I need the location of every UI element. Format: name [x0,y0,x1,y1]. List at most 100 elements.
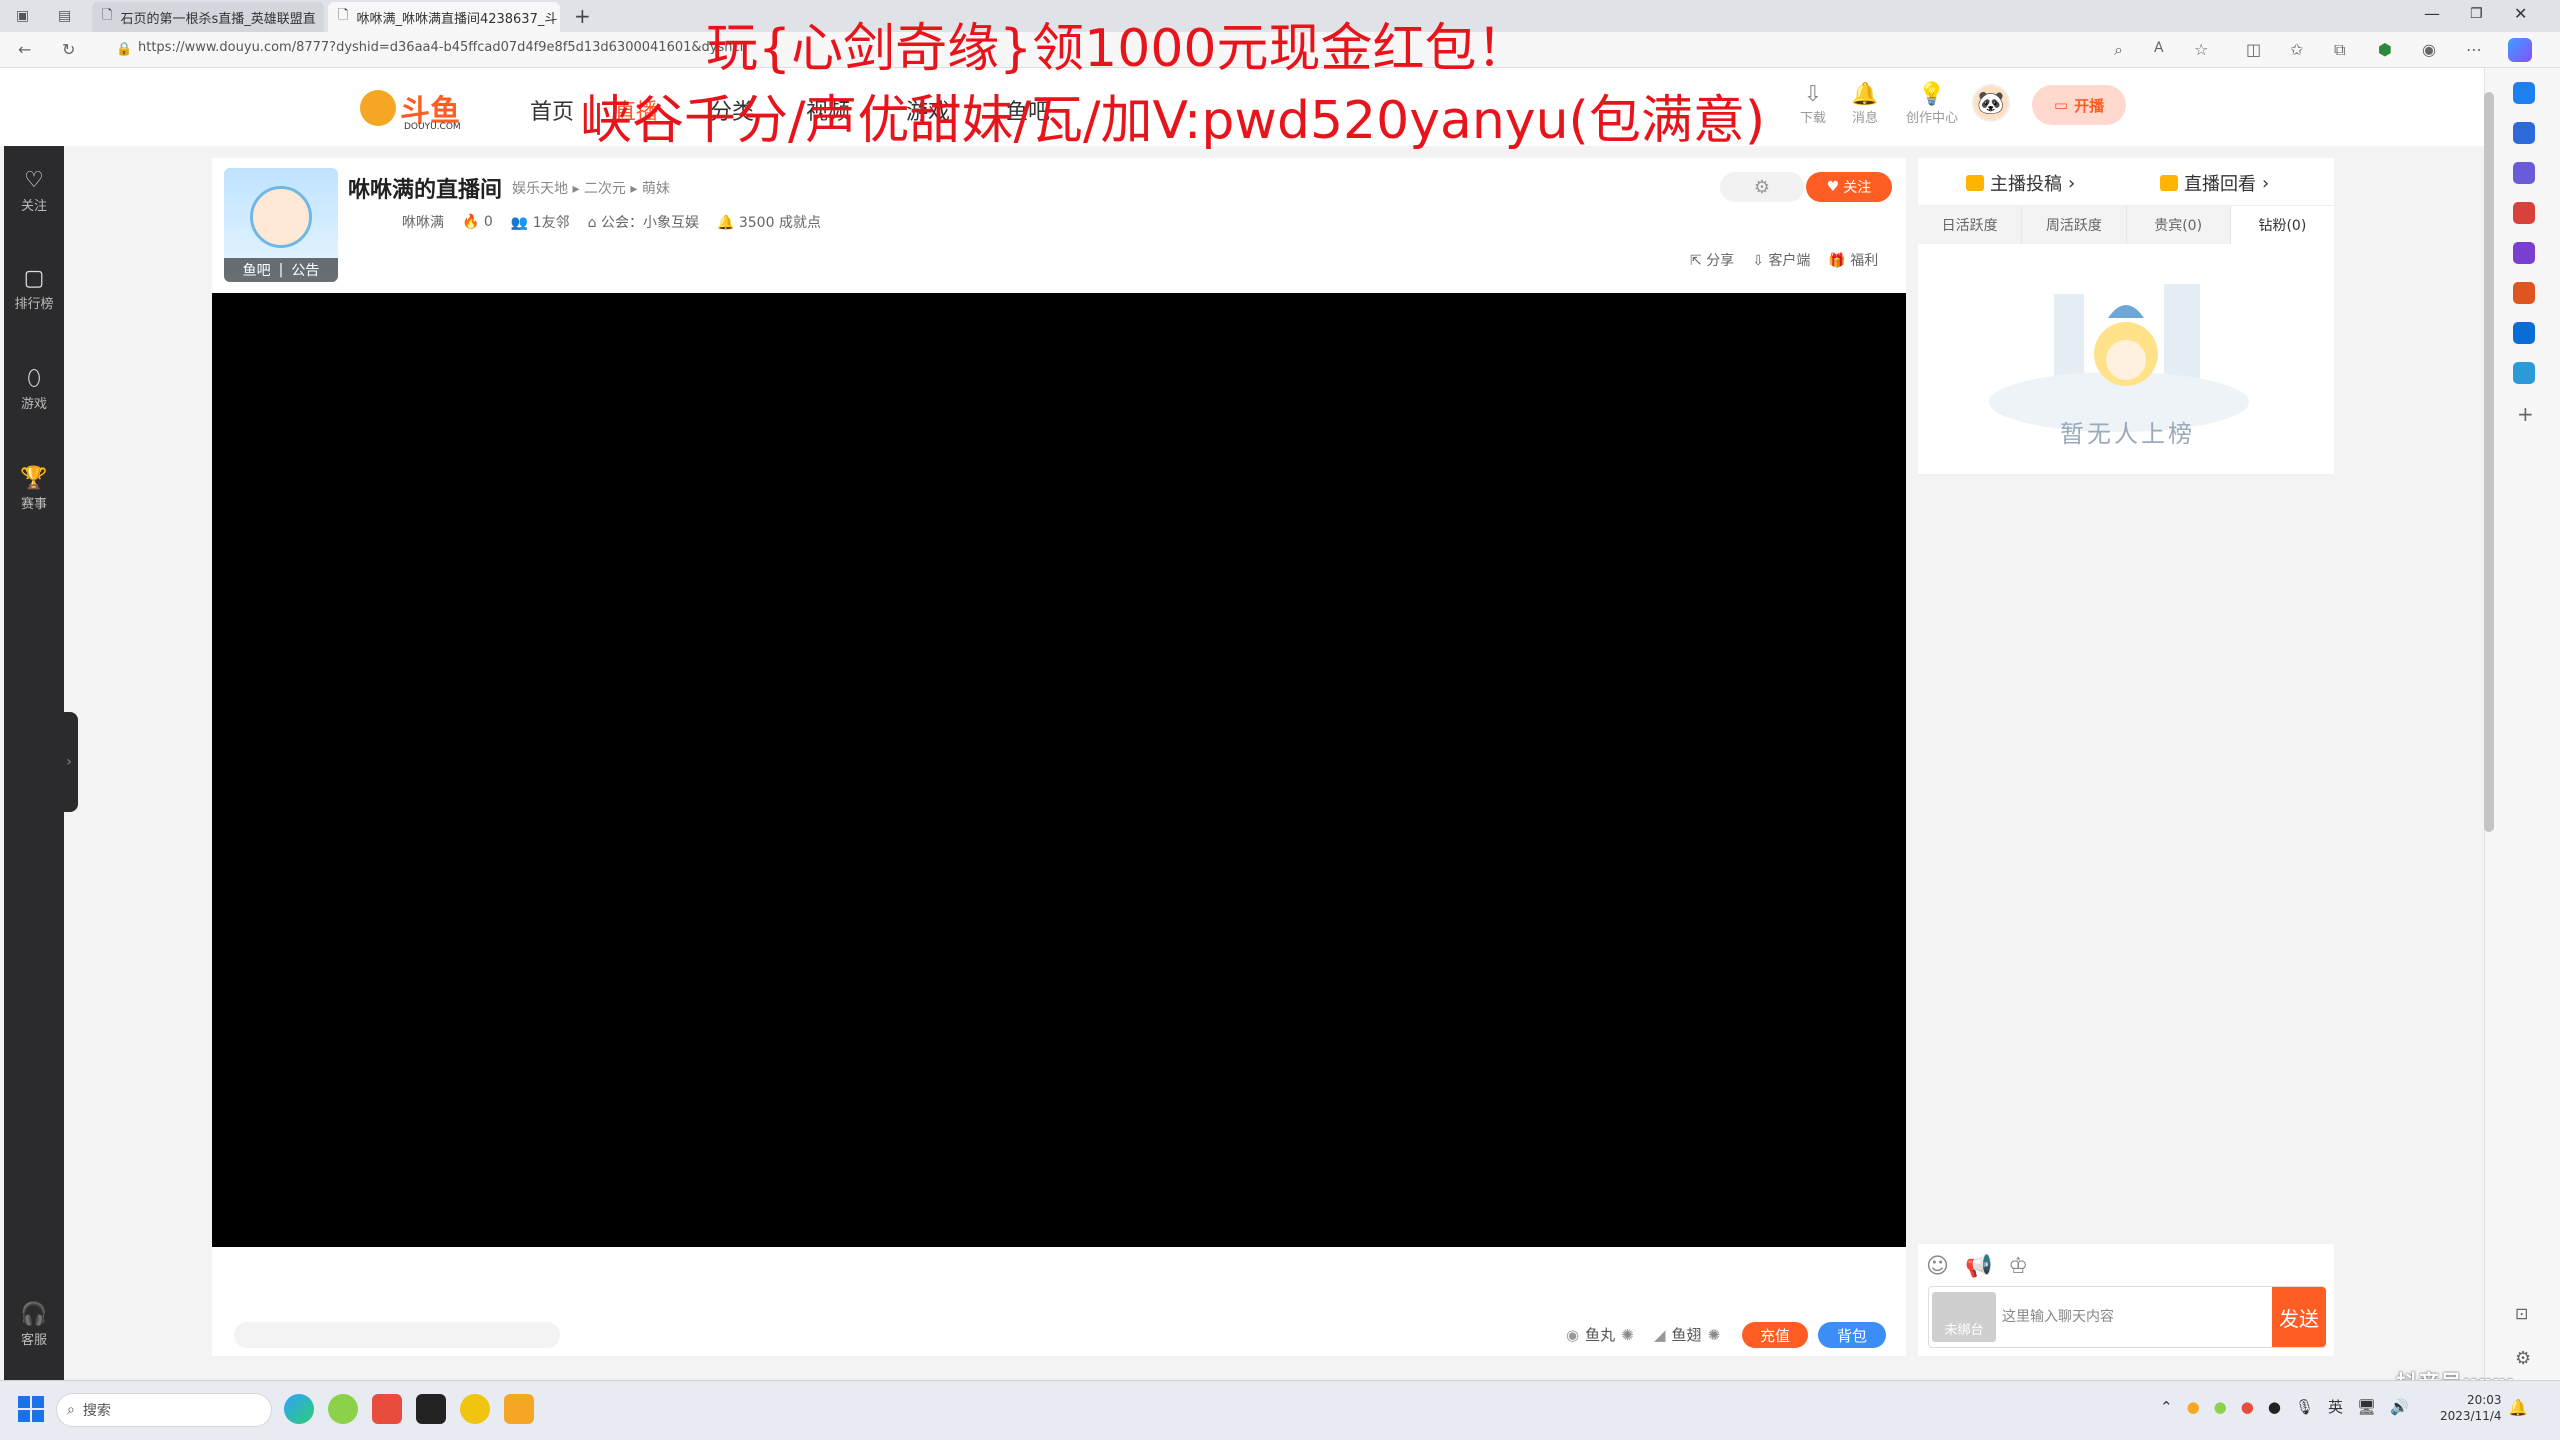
settings-icon[interactable]: ⚙ [2515,1348,2531,1369]
guild-stat[interactable]: ⌂ 公会：小象互娱 [588,212,699,232]
tab-actions-icon[interactable]: ▤ [58,8,71,24]
streamer-avatar[interactable]: 鱼吧 | 公告 [224,168,338,282]
rank-tabs: 日活跃度 周活跃度 贵宾(0) 钻粉(0) [1918,206,2334,244]
share-button[interactable]: ⇱ 分享 [1690,250,1734,270]
rail-expand-handle[interactable]: › [60,712,78,812]
close-window-icon[interactable]: ✕ [2514,4,2527,23]
zoom-icon[interactable]: ⌕ [2114,40,2123,60]
games-icon[interactable] [2513,242,2535,264]
rail-games[interactable]: ⬯ 游戏 [4,366,64,412]
bell-icon[interactable] [2513,82,2535,104]
tray-app-icon[interactable]: ● [2268,1398,2281,1416]
profile-icon[interactable]: ◉ [2422,40,2436,59]
browser-tab-1[interactable]: 🗋 石页的第一根杀s直播_英雄联盟直 ✕ [92,2,324,32]
friends-stat[interactable]: 👥 1友邻 [511,212,570,232]
replay-label: 直播回看 [2184,174,2256,195]
read-aloud-icon[interactable]: A [2154,40,2164,56]
douyu-logo[interactable]: 斗鱼 DOUYU.COM [360,84,461,132]
tab-daily-activity[interactable]: 日活跃度 [1918,206,2023,244]
page-scrollbar[interactable] [2484,92,2494,832]
fan-badge-icon[interactable]: ♔ [2008,1254,2028,1279]
chat-input[interactable] [2000,1290,2268,1344]
rail-ranking[interactable]: ▢ 排行榜 [4,266,64,312]
tray-app-icon[interactable]: ● [2187,1398,2200,1416]
client-button[interactable]: ⇩ 客户端 [1752,250,1810,270]
edge-app-icon[interactable] [284,1394,314,1424]
rail-service[interactable]: 🎧 客服 [4,1302,64,1348]
header-creator-center[interactable]: 💡 创作中心 [1896,82,1968,126]
category-link[interactable]: 二次元 [584,181,626,197]
taskbar-clock[interactable]: 20:03 2023/11/4 [2440,1392,2502,1424]
url-text[interactable]: https://www.douyu.com/8777?dyshid=d36aa4… [138,40,743,55]
header-messages[interactable]: 🔔 消息 [1840,82,1890,126]
yuwan-balance[interactable]: ◉ 鱼丸 ✺ [1566,1324,1634,1345]
network-icon[interactable]: 🖥 [2357,1398,2376,1416]
send-icon[interactable] [2513,362,2535,384]
nav-home[interactable]: 首页 [530,94,574,126]
start-live-button[interactable]: ▭ 开播 [2032,85,2126,125]
app-icon[interactable] [460,1394,490,1424]
screenshot-icon[interactable]: ⊡ [2515,1304,2528,1323]
replay-button[interactable]: 直播回看 › [2160,170,2269,196]
category-link[interactable]: 萌妹 [642,181,670,197]
browser-tab-2[interactable]: 🗋 咻咻满_咻咻满直播间4238637_斗 ✕ [328,2,560,32]
achievement-stat[interactable]: 🔔 3500 成就点 [717,212,821,232]
emoji-icon[interactable]: ☺ [1926,1254,1949,1279]
rail-events[interactable]: 🏆 赛事 [4,466,64,512]
megaphone-icon[interactable]: 📢 [1965,1254,1992,1279]
toolbox-icon[interactable] [2513,202,2535,224]
follow-button[interactable]: ♥ 关注 [1806,172,1892,202]
back-icon[interactable]: ← [18,40,31,59]
chevron-up-icon[interactable]: ⌃ [2160,1398,2173,1416]
backpack-button[interactable]: 背包 [1818,1322,1886,1348]
input-language[interactable]: 英 [2328,1396,2343,1417]
anchor-submit-button[interactable]: 主播投稿 › [1966,170,2075,196]
yuba-link[interactable]: 鱼吧 [243,260,271,280]
tab-diamond-fans[interactable]: 钻粉(0) [2230,206,2334,244]
office-icon[interactable] [2513,282,2535,304]
taskbar-search[interactable]: ⌕ 搜索 [56,1393,272,1427]
send-button[interactable]: 发送 [2272,1287,2326,1347]
outlook-icon[interactable] [2513,322,2535,344]
favorite-star-icon[interactable]: ☆ [2194,40,2208,59]
tab-vip[interactable]: 贵宾(0) [2127,206,2231,244]
yuchi-balance[interactable]: ◢ 鱼翅 ✺ [1654,1324,1720,1345]
notice-link[interactable]: 公告 [291,260,319,280]
room-settings-button[interactable]: ⚙ [1720,172,1804,202]
restore-icon[interactable]: ❐ [2470,6,2483,22]
unbound-badge[interactable]: 未绑台 [1932,1292,1996,1342]
app-icon[interactable] [328,1394,358,1424]
split-screen-icon[interactable]: ◫ [2246,40,2261,59]
collections-icon[interactable]: ⧉ [2334,40,2345,60]
rail-follow[interactable]: ♡ 关注 [4,168,64,214]
streamer-name[interactable]: 咻咻满 [402,212,444,232]
welfare-button[interactable]: 🎁 福利 [1828,250,1878,270]
app-icon[interactable] [372,1394,402,1424]
user-avatar[interactable]: 🐼 [1972,84,2010,122]
windows-start-icon[interactable] [18,1396,44,1422]
tray-app-icon[interactable]: ● [2214,1398,2227,1416]
app-icon[interactable] [504,1394,534,1424]
more-icon[interactable]: ⋯ [2466,40,2482,59]
favorites-icon[interactable]: ✩ [2290,40,2303,59]
category-link[interactable]: 娱乐天地 [512,181,568,197]
search-icon[interactable] [2513,122,2535,144]
chat-message-area[interactable] [1918,474,2334,1244]
workspaces-icon[interactable]: ▣ [16,8,29,24]
tray-app-icon[interactable]: ● [2241,1398,2254,1416]
copilot-icon[interactable] [2508,38,2532,62]
app-icon[interactable] [416,1394,446,1424]
header-download[interactable]: ⇩ 下载 [1788,82,1838,126]
recharge-button[interactable]: 充值 [1742,1322,1808,1348]
microphone-icon[interactable]: 🎙 [2295,1398,2314,1416]
refresh-icon[interactable]: ↻ [62,40,75,59]
add-icon[interactable]: + [2517,402,2534,426]
notification-icon[interactable]: 🔔 [2508,1398,2528,1417]
video-player[interactable] [212,293,1906,1247]
minimize-icon[interactable]: — [2424,4,2440,23]
tag-icon[interactable] [2513,162,2535,184]
new-tab-icon[interactable]: + [574,4,591,28]
volume-icon[interactable]: 🔊 [2390,1398,2409,1416]
extension-icon[interactable]: ⬢ [2378,40,2392,59]
tab-weekly-activity[interactable]: 周活跃度 [2022,206,2127,244]
